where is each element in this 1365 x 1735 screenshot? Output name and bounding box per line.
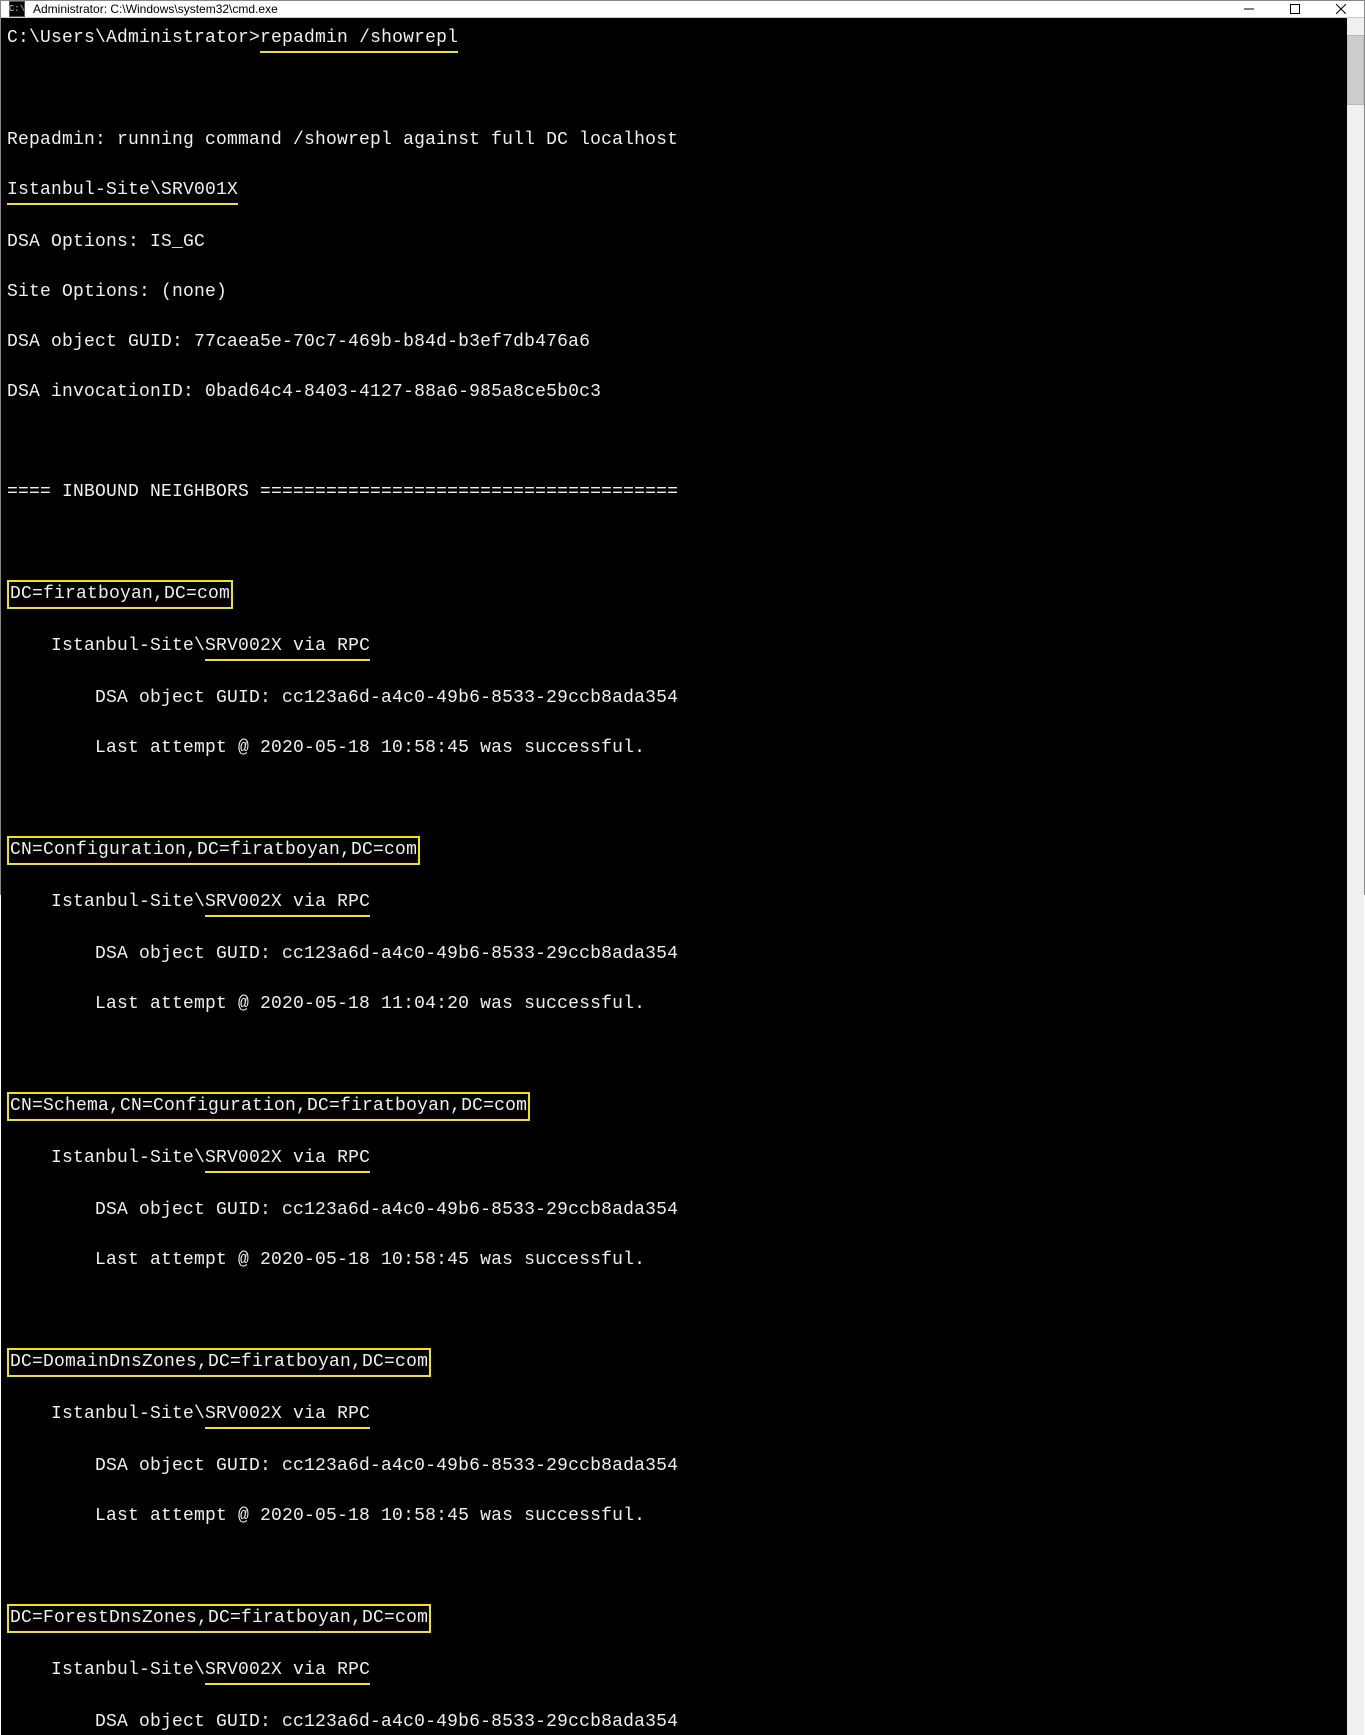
site-dc: Istanbul-Site\SRV001X — [7, 178, 238, 205]
site-prefix: Istanbul-Site\ — [7, 636, 205, 656]
prompt-path: C:\Users\Administrator> — [7, 28, 260, 48]
window-controls — [1226, 1, 1364, 17]
titlebar[interactable]: C:\ Administrator: C:\Windows\system32\c… — [1, 1, 1364, 18]
window-title: Administrator: C:\Windows\system32\cmd.e… — [31, 2, 1226, 16]
console-output[interactable]: C:\Users\Administrator>repadmin /showrep… — [1, 18, 1347, 1735]
console-area: C:\Users\Administrator>repadmin /showrep… — [1, 18, 1364, 1735]
partition-dn: CN=Schema,CN=Configuration,DC=firatboyan… — [7, 1092, 530, 1121]
vertical-scrollbar[interactable] — [1347, 18, 1364, 1735]
dsa-object-guid: DSA object GUID: cc123a6d-a4c0-49b6-8533… — [7, 686, 1347, 711]
cmd-icon: C:\ — [9, 1, 25, 17]
last-attempt: Last attempt @ 2020-05-18 10:58:45 was s… — [7, 1248, 1347, 1273]
inbound-header: ==== INBOUND NEIGHBORS =================… — [7, 480, 1347, 505]
last-attempt: Last attempt @ 2020-05-18 10:58:45 was s… — [7, 1504, 1347, 1529]
last-attempt: Last attempt @ 2020-05-18 11:04:20 was s… — [7, 992, 1347, 1017]
site-prefix: Istanbul-Site\ — [7, 1404, 205, 1424]
close-button[interactable] — [1318, 1, 1364, 17]
site-link: SRV002X via RPC — [205, 890, 370, 917]
site-prefix: Istanbul-Site\ — [7, 892, 205, 912]
partition-dn: DC=firatboyan,DC=com — [7, 580, 233, 609]
dsa-invocation: DSA invocationID: 0bad64c4-8403-4127-88a… — [7, 380, 1347, 405]
site-link: SRV002X via RPC — [205, 1402, 370, 1429]
minimize-button[interactable] — [1226, 1, 1272, 17]
site-prefix: Istanbul-Site\ — [7, 1660, 205, 1680]
command-text: repadmin /showrepl — [260, 26, 458, 53]
dsa-object-guid: DSA object GUID: cc123a6d-a4c0-49b6-8533… — [7, 1454, 1347, 1479]
dsa-options: DSA Options: IS_GC — [7, 230, 1347, 255]
maximize-button[interactable] — [1272, 1, 1318, 17]
partition-dn: CN=Configuration,DC=firatboyan,DC=com — [7, 836, 420, 865]
site-link: SRV002X via RPC — [205, 1146, 370, 1173]
partition-dn: DC=ForestDnsZones,DC=firatboyan,DC=com — [7, 1604, 431, 1633]
site-options: Site Options: (none) — [7, 280, 1347, 305]
dsa-guid: DSA object GUID: 77caea5e-70c7-469b-b84d… — [7, 330, 1347, 355]
scroll-thumb[interactable] — [1347, 35, 1364, 105]
dsa-object-guid: DSA object GUID: cc123a6d-a4c0-49b6-8533… — [7, 1710, 1347, 1735]
partition-dn: DC=DomainDnsZones,DC=firatboyan,DC=com — [7, 1348, 431, 1377]
dsa-object-guid: DSA object GUID: cc123a6d-a4c0-49b6-8533… — [7, 942, 1347, 967]
running-line: Repadmin: running command /showrepl agai… — [7, 128, 1347, 153]
site-link: SRV002X via RPC — [205, 1658, 370, 1685]
cmd-window: C:\ Administrator: C:\Windows\system32\c… — [0, 0, 1365, 895]
last-attempt: Last attempt @ 2020-05-18 10:58:45 was s… — [7, 736, 1347, 761]
site-prefix: Istanbul-Site\ — [7, 1148, 205, 1168]
site-link: SRV002X via RPC — [205, 634, 370, 661]
dsa-object-guid: DSA object GUID: cc123a6d-a4c0-49b6-8533… — [7, 1198, 1347, 1223]
